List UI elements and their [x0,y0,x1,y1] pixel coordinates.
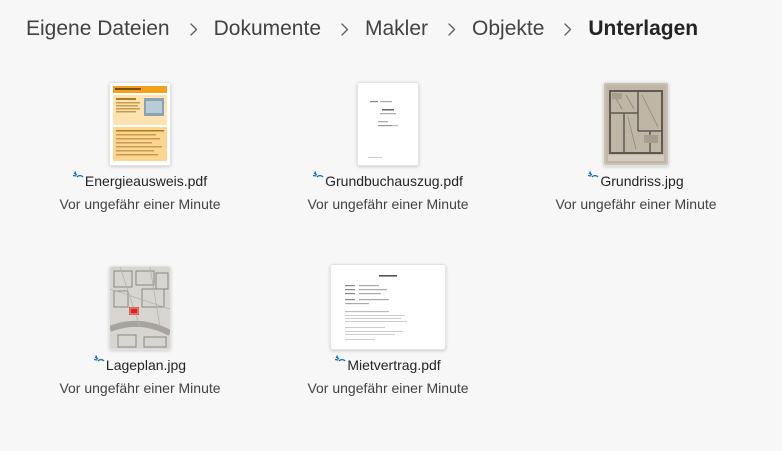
breadcrumb-makler[interactable]: Makler [365,17,428,41]
chevron-right-icon [559,21,576,38]
chevron-right-icon [443,21,460,38]
file-modified-time: Vor ungefähr einer Minute [555,196,717,212]
breadcrumb: Eigene Dateien Dokumente Makler Objekte … [26,14,698,44]
sync-pending-icon [313,171,324,185]
site-plan-thumbnail [109,266,171,350]
land-register-thumbnail [357,82,419,166]
chevron-right-icon [185,21,202,38]
file-name[interactable]: Lageplan.jpg [106,357,186,373]
file-modified-time: Vor ungefähr einer Minute [307,196,469,212]
file-modified-time: Vor ungefähr einer Minute [59,380,221,396]
breadcrumb-objekte[interactable]: Objekte [472,17,544,41]
chevron-right-icon [336,21,353,38]
file-name[interactable]: Energieausweis.pdf [85,173,207,189]
file-modified-time: Vor ungefähr einer Minute [59,196,221,212]
rental-contract-thumbnail [330,264,446,350]
breadcrumb-unterlagen-current: Unterlagen [588,17,699,40]
floor-plan-thumbnail [603,82,669,166]
sync-pending-icon [588,171,599,185]
file-name[interactable]: Grundbuchauszug.pdf [325,173,463,189]
breadcrumb-eigene-dateien[interactable]: Eigene Dateien [26,17,170,41]
file-modified-time: Vor ungefähr einer Minute [307,380,469,396]
file-name[interactable]: Grundriss.jpg [600,173,683,189]
sync-pending-icon [335,355,346,369]
sync-pending-icon [93,355,105,369]
sync-pending-icon [72,171,84,185]
energy-certificate-thumbnail [109,82,171,166]
breadcrumb-dokumente[interactable]: Dokumente [214,17,321,41]
file-name[interactable]: Mietvertrag.pdf [347,357,440,373]
